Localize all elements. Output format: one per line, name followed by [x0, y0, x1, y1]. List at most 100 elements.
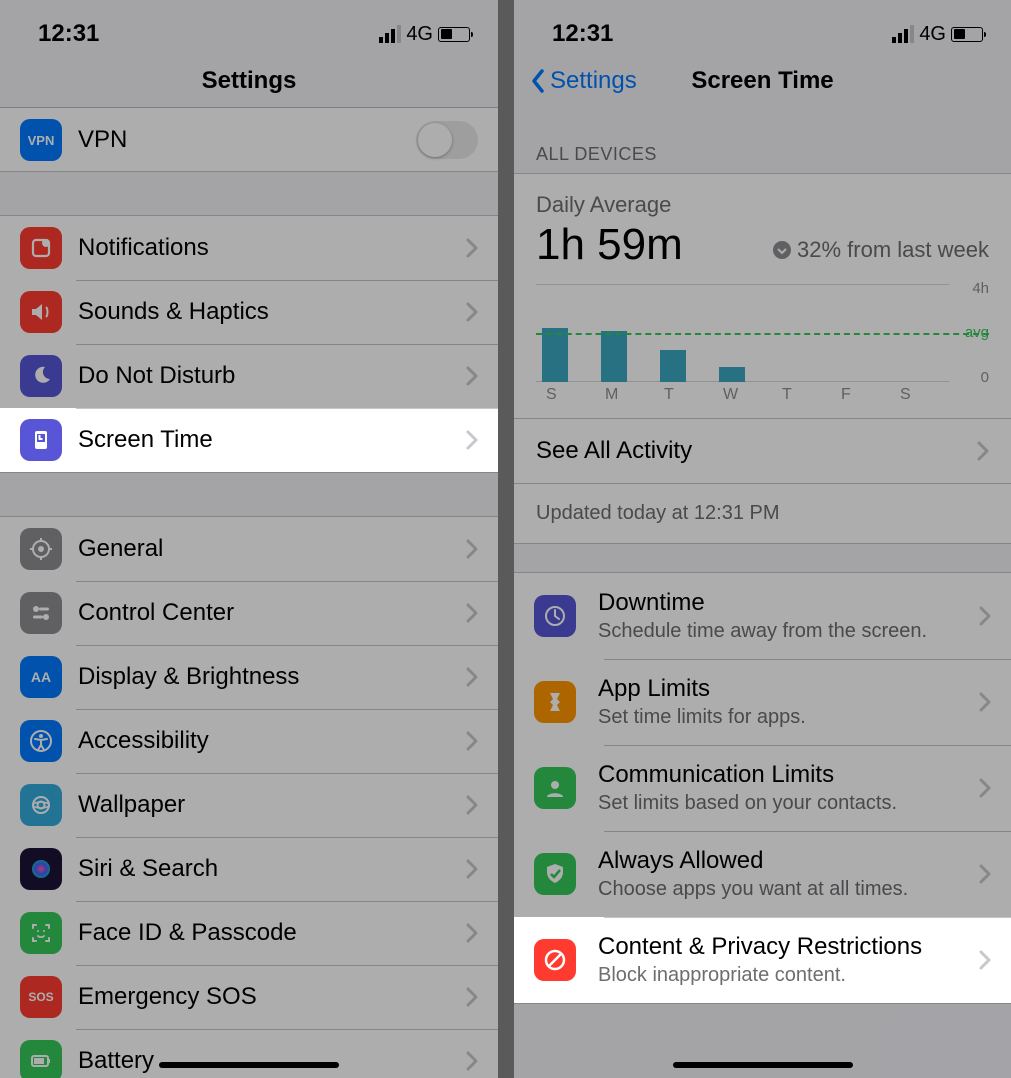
- sounds-icon: [20, 291, 62, 333]
- row-label: Notifications: [78, 234, 466, 262]
- row-label: General: [78, 535, 466, 563]
- row-control-center[interactable]: Control Center: [0, 581, 498, 645]
- row-label: Control Center: [78, 599, 466, 627]
- chevron-right-icon: [466, 366, 478, 386]
- svg-text:AA: AA: [31, 669, 51, 685]
- sos-icon: SOS: [20, 976, 62, 1018]
- daily-average-label: Daily Average: [536, 192, 989, 218]
- row-screen-time[interactable]: Screen Time: [0, 408, 498, 472]
- row-vpn[interactable]: VPN VPN: [0, 108, 498, 172]
- downtime-icon: [534, 595, 576, 637]
- chevron-right-icon: [466, 603, 478, 623]
- notifications-icon: [20, 227, 62, 269]
- row-battery[interactable]: Battery: [0, 1029, 498, 1078]
- page-title: Settings: [202, 67, 297, 95]
- row-do-not-disturb[interactable]: Do Not Disturb: [0, 344, 498, 408]
- row-subtitle: Set time limits for apps.: [598, 706, 979, 729]
- row-label: Face ID & Passcode: [78, 919, 466, 947]
- restrict-icon: [534, 939, 576, 981]
- chevron-right-icon: [466, 987, 478, 1007]
- home-indicator[interactable]: [159, 1062, 339, 1068]
- battery-icon: [20, 1040, 62, 1078]
- chart-bar: [601, 331, 627, 382]
- row-accessibility[interactable]: Accessibility: [0, 709, 498, 773]
- row-title: Downtime: [598, 589, 979, 617]
- page-title: Screen Time: [691, 67, 833, 95]
- row-always-allowed[interactable]: Always Allowed Choose apps you want at al…: [514, 831, 1011, 917]
- row-label: Emergency SOS: [78, 983, 466, 1011]
- chevron-right-icon: [466, 667, 478, 687]
- chevron-left-icon: [530, 68, 546, 94]
- allowed-icon: [534, 853, 576, 895]
- daily-average-value: 1h 59m: [536, 220, 683, 270]
- row-label: Siri & Search: [78, 855, 466, 883]
- back-button[interactable]: Settings: [530, 54, 637, 108]
- row-label: Sounds & Haptics: [78, 298, 466, 326]
- control-icon: [20, 592, 62, 634]
- row-subtitle: Choose apps you want at all times.: [598, 878, 979, 901]
- chevron-right-icon: [466, 731, 478, 751]
- row-label: Display & Brightness: [78, 663, 466, 691]
- row-title: Always Allowed: [598, 847, 979, 875]
- daily-average-card: Daily Average 1h 59m 32% from last week …: [514, 173, 1011, 544]
- chevron-right-icon: [979, 606, 991, 626]
- see-all-activity[interactable]: See All Activity: [514, 418, 1011, 483]
- row-siri-search[interactable]: Siri & Search: [0, 837, 498, 901]
- row-label: VPN: [78, 126, 416, 154]
- home-indicator[interactable]: [673, 1062, 853, 1068]
- vpn-icon: VPN: [20, 119, 62, 161]
- chevron-right-icon: [466, 302, 478, 322]
- row-title: App Limits: [598, 675, 979, 703]
- chevron-right-icon: [466, 430, 478, 450]
- row-display-brightness[interactable]: AA Display & Brightness: [0, 645, 498, 709]
- network-label: 4G: [919, 23, 946, 46]
- chevron-right-icon: [466, 238, 478, 258]
- chevron-right-icon: [466, 859, 478, 879]
- row-downtime[interactable]: DowntimeSchedule time away from the scre…: [514, 573, 1011, 659]
- screentime-icon: [20, 419, 62, 461]
- accessibility-icon: [20, 720, 62, 762]
- row-wallpaper[interactable]: Wallpaper: [0, 773, 498, 837]
- row-communication-limits[interactable]: Communication Limits Set limits based on …: [514, 745, 1011, 831]
- row-label: Screen Time: [78, 426, 466, 454]
- status-time: 12:31: [552, 20, 613, 48]
- section-header: ALL DEVICES: [514, 108, 1011, 173]
- chevron-right-icon: [466, 1051, 478, 1071]
- nav-bar: Settings Screen Time: [514, 54, 1011, 108]
- chevron-right-icon: [466, 923, 478, 943]
- row-notifications[interactable]: Notifications: [0, 216, 498, 280]
- row-title: Communication Limits: [598, 761, 979, 789]
- vpn-switch[interactable]: [416, 121, 478, 159]
- row-face-id-passcode[interactable]: Face ID & Passcode: [0, 901, 498, 965]
- network-label: 4G: [406, 23, 433, 46]
- battery-icon: [438, 27, 470, 42]
- general-icon: [20, 528, 62, 570]
- wallpaper-icon: [20, 784, 62, 826]
- down-arrow-icon: [773, 241, 791, 259]
- row-label: Accessibility: [78, 727, 466, 755]
- row-subtitle: Block inappropriate content.: [598, 964, 979, 987]
- status-bar: 12:31 4G: [0, 0, 498, 54]
- chevron-right-icon: [979, 864, 991, 884]
- display-icon: AA: [20, 656, 62, 698]
- row-general[interactable]: General: [0, 517, 498, 581]
- status-bar: 12:31 4G: [514, 0, 1011, 54]
- chart-bar: [719, 367, 745, 382]
- chevron-right-icon: [979, 950, 991, 970]
- usage-bar-chart: 4h 0 avg SMTWTFS: [536, 284, 989, 404]
- applimits-icon: [534, 681, 576, 723]
- row-app-limits[interactable]: App Limits Set time limits for apps.: [514, 659, 1011, 745]
- chevron-right-icon: [979, 692, 991, 712]
- row-label: Battery: [78, 1047, 466, 1075]
- chevron-right-icon: [466, 795, 478, 815]
- row-sounds-haptics[interactable]: Sounds & Haptics: [0, 280, 498, 344]
- delta-from-last-week: 32% from last week: [773, 237, 989, 263]
- battery-icon: [951, 27, 983, 42]
- dnd-icon: [20, 355, 62, 397]
- row-subtitle: Set limits based on your contacts.: [598, 792, 979, 815]
- row-title: Content & Privacy Restrictions: [598, 933, 979, 961]
- row-label: Do Not Disturb: [78, 362, 466, 390]
- row-emergency-sos[interactable]: SOS Emergency SOS: [0, 965, 498, 1029]
- row-content-privacy-restrictions[interactable]: Content & Privacy Restrictions Block inap…: [514, 917, 1011, 1003]
- signal-icon: [379, 25, 401, 43]
